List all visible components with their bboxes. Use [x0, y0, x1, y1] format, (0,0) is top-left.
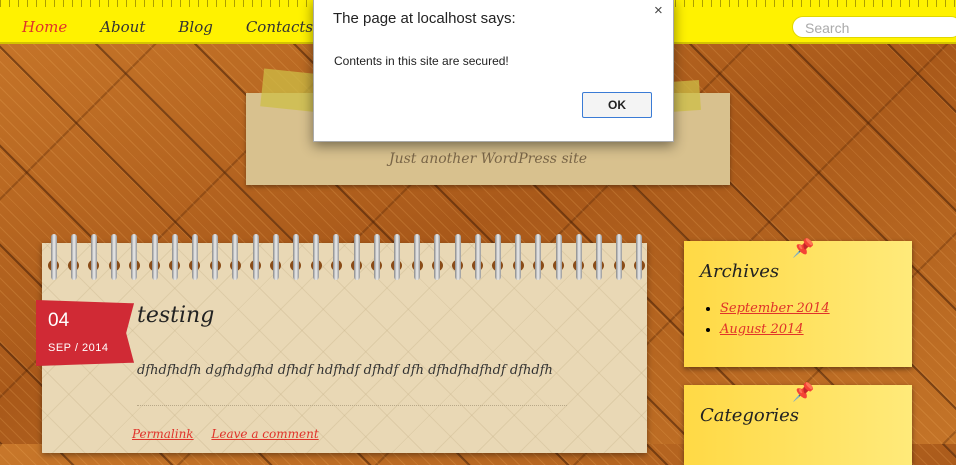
binding-ring [111, 234, 118, 280]
binding-ring [434, 234, 441, 280]
binding-ring [232, 234, 239, 280]
archives-list: September 2014 August 2014 [704, 301, 830, 343]
binding-ring [535, 234, 542, 280]
binding-ring [575, 234, 582, 280]
binding-ring [151, 234, 158, 280]
binding-ring [252, 234, 259, 280]
binding-ring [50, 234, 57, 280]
permalink-link[interactable]: Permalink [132, 427, 194, 441]
ok-button[interactable]: OK [582, 92, 652, 118]
binding-ring [70, 234, 77, 280]
binding-ring [313, 234, 320, 280]
dialog-message: Contents in this site are secured! [334, 54, 509, 68]
pushpin-icon: 📌 [792, 382, 815, 403]
leave-comment-link[interactable]: Leave a comment [211, 427, 318, 441]
categories-widget: 📌 Categories [684, 382, 912, 465]
spiral-binding [48, 234, 645, 280]
post-divider [137, 405, 567, 406]
nav-item-about[interactable]: About [100, 18, 145, 36]
pushpin-icon: 📌 [792, 238, 815, 259]
binding-ring [373, 234, 380, 280]
binding-ring [171, 234, 178, 280]
post-month-year: SEP / 2014 [48, 342, 109, 354]
close-icon[interactable]: × [654, 2, 663, 19]
binding-ring [212, 234, 219, 280]
post-title[interactable]: testing [137, 303, 214, 328]
binding-ring [131, 234, 138, 280]
binding-ring [494, 234, 501, 280]
post-notebook [42, 234, 647, 453]
binding-ring [191, 234, 198, 280]
date-ribbon: 04 SEP / 2014 [36, 300, 134, 366]
binding-ring [414, 234, 421, 280]
binding-ring [636, 234, 643, 280]
post-body: dfhdfhdfh dgfhdgfhd dfhdf hdfhdf dfhdf d… [137, 363, 553, 378]
alert-dialog: The page at localhost says: × Contents i… [313, 0, 674, 142]
binding-ring [393, 234, 400, 280]
categories-title: Categories [700, 405, 799, 426]
site-tagline: Just another WordPress site [388, 151, 588, 167]
binding-ring [515, 234, 522, 280]
binding-ring [474, 234, 481, 280]
nav-item-blog[interactable]: Blog [178, 18, 212, 36]
binding-ring [292, 234, 299, 280]
binding-ring [595, 234, 602, 280]
archive-link-september-2014[interactable]: September 2014 [720, 301, 830, 316]
dialog-title: The page at localhost says: [333, 10, 516, 27]
list-item: August 2014 [720, 322, 830, 337]
archives-title: Archives [700, 261, 780, 282]
binding-ring [353, 234, 360, 280]
binding-ring [333, 234, 340, 280]
post-day: 04 [48, 310, 70, 331]
binding-ring [454, 234, 461, 280]
post-links: Permalink Leave a comment [132, 427, 333, 441]
list-item: September 2014 [720, 301, 830, 316]
nav-item-home[interactable]: Home [22, 18, 67, 36]
binding-ring [272, 234, 279, 280]
main-nav: Home About Blog Contacts [22, 18, 346, 36]
archives-widget: 📌 Archives September 2014 August 2014 [684, 238, 912, 367]
binding-ring [90, 234, 97, 280]
search-input[interactable]: Search [792, 16, 956, 38]
binding-ring [555, 234, 562, 280]
nav-item-contacts[interactable]: Contacts [246, 18, 313, 36]
archive-link-august-2014[interactable]: August 2014 [720, 322, 804, 337]
binding-ring [616, 234, 623, 280]
